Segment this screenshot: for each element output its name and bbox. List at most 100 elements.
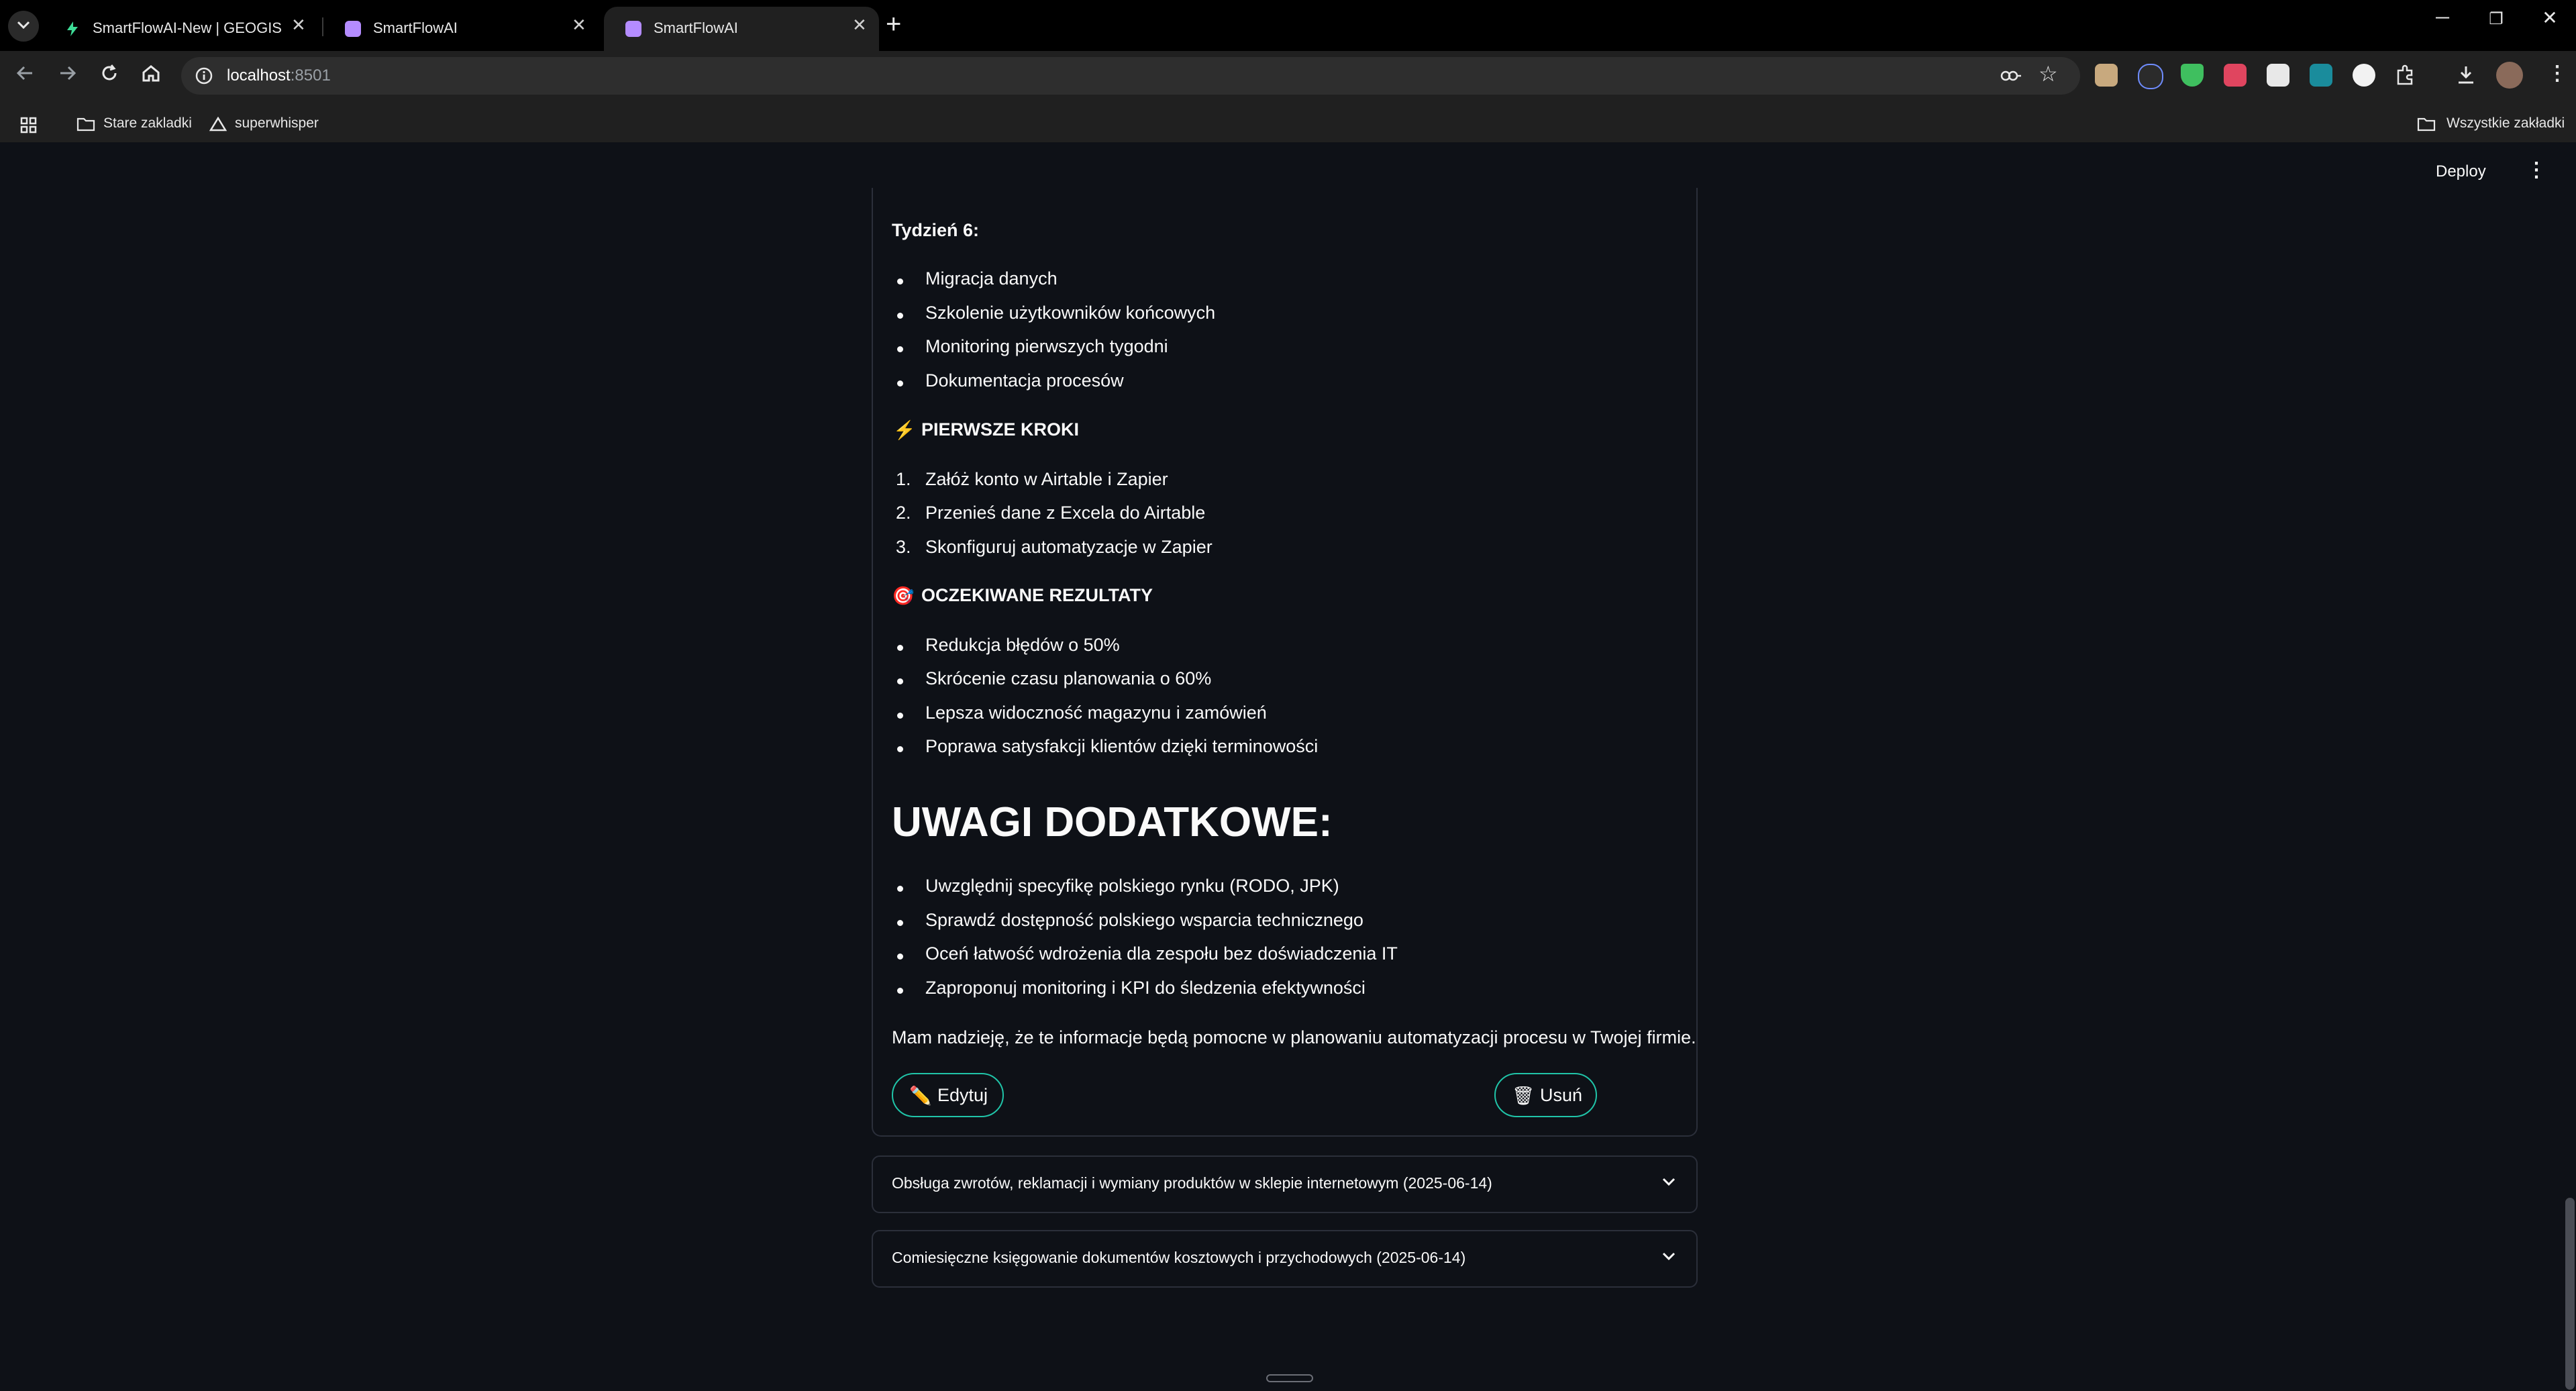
apps-grid-icon[interactable] — [20, 117, 38, 134]
bullet — [897, 746, 903, 752]
section-title: PIERWSZE KROKI — [921, 419, 1080, 440]
site-info-icon[interactable] — [195, 66, 213, 85]
main-menu-icon[interactable]: ⋮ — [2526, 158, 2546, 182]
list-item: Szkolenie użytkowników końcowych — [925, 303, 1216, 323]
close-window-button[interactable]: ✕ — [2530, 7, 2570, 29]
list-item: Skrócenie czasu planowania o 60% — [925, 668, 1212, 688]
bullet — [897, 380, 903, 387]
profile-avatar[interactable] — [2496, 62, 2523, 89]
edit-label: Edytuj — [937, 1085, 988, 1105]
bullet — [897, 678, 903, 684]
lightning-icon: ⚡ — [893, 420, 916, 440]
list-item: Migracja danych — [925, 268, 1058, 289]
bullet — [897, 920, 903, 926]
bookmark-star-icon[interactable]: ☆ — [2039, 61, 2058, 87]
new-tab-button[interactable]: + — [886, 9, 901, 40]
section-title: OCZEKIWANE REZULTATY — [921, 585, 1153, 605]
bullet — [897, 313, 903, 319]
close-tab-icon[interactable]: ✕ — [572, 15, 586, 36]
minimize-window-button[interactable]: ─ — [2422, 7, 2463, 28]
tab-strip: SmartFlowAI-New | GEOGIS | Su ✕ SmartFlo… — [0, 0, 2576, 51]
smartflow-favicon-icon — [345, 21, 361, 37]
extension-scroll-icon[interactable] — [2095, 64, 2118, 87]
extension-white-icon[interactable] — [2267, 64, 2289, 87]
extension-red-icon[interactable] — [2224, 64, 2247, 87]
list-item: Lepsza widoczność magazynu i zamówień — [925, 703, 1267, 723]
bookmark-superwhisper[interactable]: superwhisper — [201, 101, 336, 148]
extensions-puzzle-icon[interactable] — [2394, 64, 2417, 87]
extension-shield-icon[interactable] — [2181, 64, 2204, 87]
close-tab-icon[interactable]: ✕ — [852, 15, 867, 36]
tab-title: SmartFlowAI — [373, 19, 458, 36]
tab-title: SmartFlowAI-New | GEOGIS | Su — [93, 19, 287, 36]
forward-arrow-icon[interactable] — [58, 63, 78, 83]
url-text: localhost:8501 — [227, 66, 331, 85]
pencil-icon: ✏️ — [909, 1086, 932, 1106]
delete-label: Usuń — [1540, 1085, 1583, 1105]
tab-title: SmartFlowAI — [654, 19, 738, 36]
delete-button[interactable]: 🗑 Usuń — [1494, 1073, 1597, 1117]
list-item: Poprawa satysfakcji klientów dzięki term… — [925, 736, 1319, 756]
url-port: :8501 — [290, 66, 331, 85]
folder-icon — [2417, 117, 2436, 132]
lightning-favicon-icon — [67, 21, 78, 36]
bookmark-label: Wszystkie zakładki — [2446, 115, 2565, 131]
extension-teal-icon[interactable] — [2310, 64, 2332, 87]
bullet — [897, 954, 903, 960]
list-item: Monitoring pierwszych tygodni — [925, 336, 1168, 356]
trash-icon: 🗑 — [1512, 1086, 1535, 1106]
list-item: Sprawdź dostępność polskiego wsparcia te… — [925, 910, 1363, 930]
bullet — [897, 645, 903, 651]
all-bookmarks-folder[interactable]: Wszystkie zakładki — [2409, 101, 2570, 148]
tab-search-button[interactable] — [8, 11, 39, 42]
list-item: Uwzględnij specyfikę polskiego rynku (RO… — [925, 876, 1339, 896]
deploy-button[interactable]: Deploy — [2436, 162, 2486, 181]
address-bar[interactable]: localhost:8501 ☆ — [181, 57, 2080, 95]
scrollbar-thumb[interactable] — [2565, 1198, 2575, 1390]
home-icon[interactable] — [141, 63, 161, 83]
browser-tab-3-active[interactable]: SmartFlowAI ✕ — [604, 7, 879, 51]
process-expander-accounting[interactable]: Comiesięczne księgowanie dokumentów kosz… — [872, 1230, 1698, 1288]
close-tab-icon[interactable]: ✕ — [291, 15, 306, 36]
extension-circle-icon[interactable] — [2138, 64, 2163, 89]
bullet — [897, 278, 903, 285]
bookmark-label: superwhisper — [235, 115, 319, 131]
list-number: 3. — [896, 537, 911, 557]
process-expander-returns[interactable]: Obsługa zwrotów, reklamacji i wymiany pr… — [872, 1155, 1698, 1213]
list-item: Oceń łatwość wdrożenia dla zespołu bez d… — [925, 943, 1398, 964]
list-item: Załóż konto w Airtable i Zapier — [925, 469, 1168, 489]
download-icon[interactable] — [2455, 64, 2477, 87]
browser-menu-icon[interactable]: ⋮ — [2547, 62, 2567, 85]
list-number: 2. — [896, 503, 911, 523]
notes-heading: UWAGI DODATKOWE: — [892, 799, 1333, 845]
bookmark-label: Stare zakladki — [103, 115, 192, 131]
list-item: Skonfiguruj automatyzacje w Zapier — [925, 537, 1213, 557]
list-item: Dokumentacja procesów — [925, 370, 1124, 391]
list-number: 1. — [896, 469, 911, 489]
chevron-down-icon — [1662, 1252, 1676, 1261]
bullet — [897, 346, 903, 352]
reload-icon[interactable] — [99, 63, 119, 83]
list-item: Przenieś dane z Excela do Airtable — [925, 503, 1206, 523]
chevron-down-icon — [1662, 1178, 1676, 1186]
extension-robot-icon[interactable] — [2353, 64, 2375, 87]
bookmark-stare-zakladki[interactable]: Stare zakladki — [56, 101, 204, 148]
browser-tab-1[interactable]: SmartFlowAI-New | GEOGIS | Su ✕ — [43, 7, 318, 51]
list-item: Zaproponuj monitoring i KPI do śledzenia… — [925, 978, 1366, 998]
back-arrow-icon[interactable] — [15, 63, 35, 83]
bullet — [897, 886, 903, 892]
browser-tab-2[interactable]: SmartFlowAI ✕ — [323, 7, 599, 51]
expander-title: Obsługa zwrotów, reklamacji i wymiany pr… — [892, 1174, 1492, 1192]
smartflow-favicon-icon — [625, 21, 641, 37]
target-icon: 🎯 — [892, 586, 915, 606]
password-key-icon[interactable] — [2000, 68, 2022, 84]
expander-title: Comiesięczne księgowanie dokumentów kosz… — [892, 1249, 1466, 1266]
url-host: localhost — [227, 66, 291, 85]
bookmarks-bar: Stare zakladki superwhisper Wszystkie za… — [0, 101, 2576, 148]
restore-window-button[interactable]: ❐ — [2476, 9, 2516, 29]
chevron-down-icon — [17, 21, 30, 30]
browser-toolbar: localhost:8501 ☆ ⋮ Stare zakladki superw… — [0, 51, 2576, 148]
bullet — [897, 713, 903, 719]
edit-button[interactable]: ✏️ Edytuj — [892, 1073, 1004, 1117]
bottom-drag-handle[interactable] — [1266, 1374, 1313, 1382]
